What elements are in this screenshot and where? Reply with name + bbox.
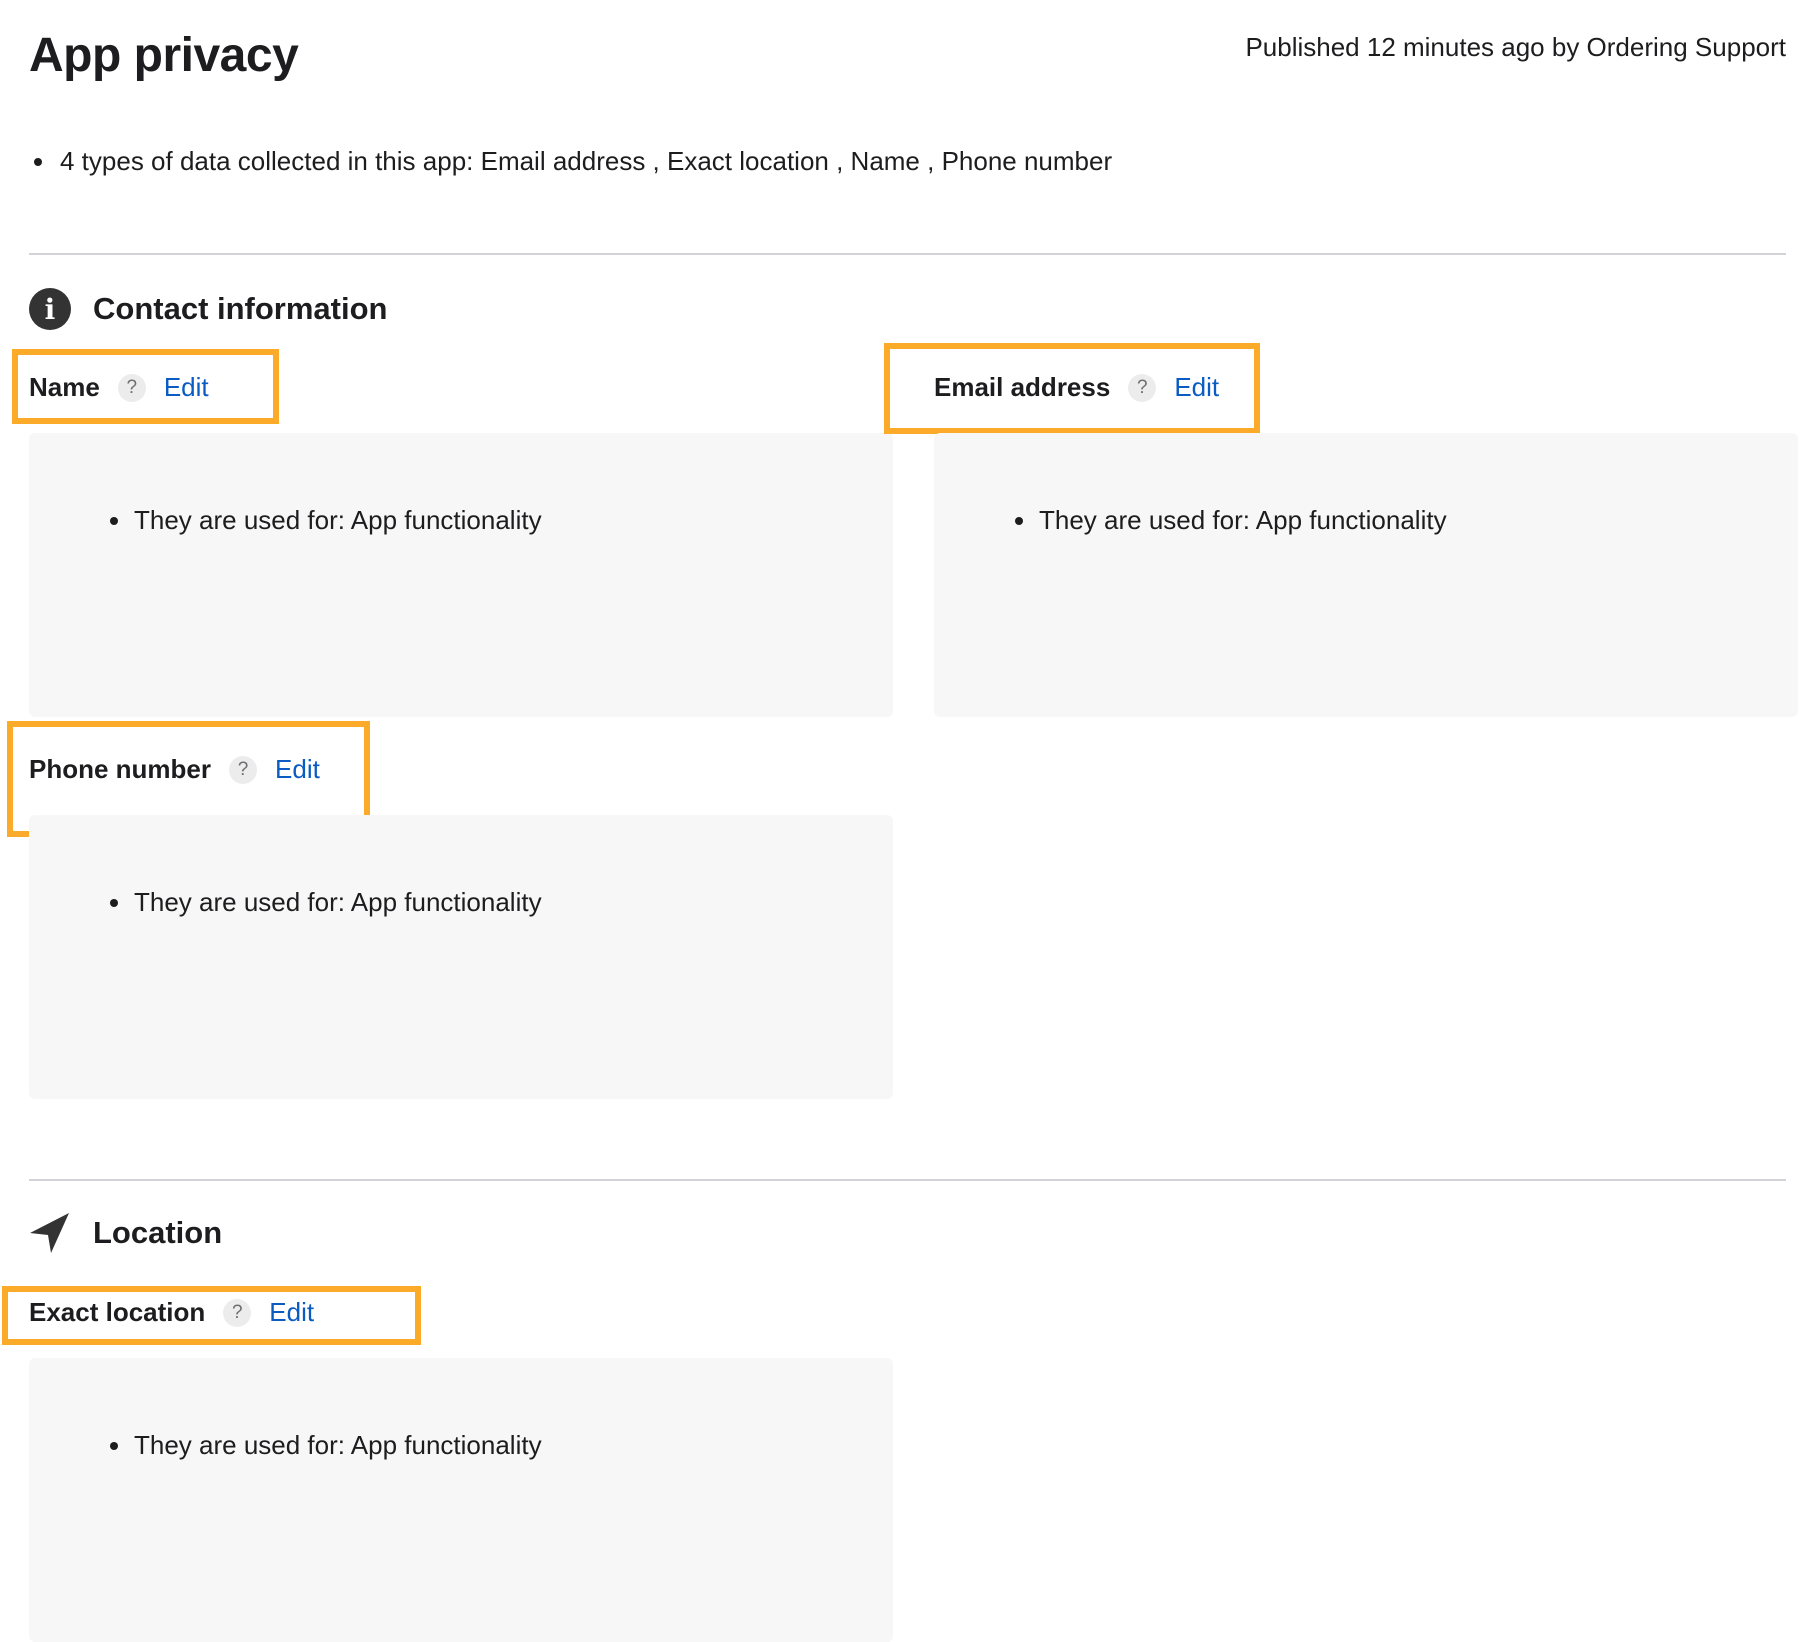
section-contact-title: Contact information bbox=[93, 291, 388, 326]
usage-text: They are used for: App functionality bbox=[134, 1430, 542, 1460]
item-email-label: Email address bbox=[934, 372, 1111, 402]
item-exact-location-header: Exact location ? Edit bbox=[29, 1297, 314, 1328]
item-phone-header: Phone number ? Edit bbox=[29, 754, 320, 785]
help-icon[interactable]: ? bbox=[117, 373, 146, 402]
usage-line: They are used for: App functionality bbox=[110, 505, 542, 536]
bullet bbox=[1015, 516, 1023, 525]
section-contact-header: i Contact information bbox=[29, 288, 388, 330]
data-summary: 4 types of data collected in this app: E… bbox=[34, 146, 1112, 177]
usage-text: They are used for: App functionality bbox=[134, 887, 542, 917]
page-title: App privacy bbox=[29, 29, 299, 82]
location-arrow-icon bbox=[30, 1213, 69, 1253]
usage-line: They are used for: App functionality bbox=[110, 887, 542, 918]
divider bbox=[29, 253, 1786, 255]
usage-text: They are used for: App functionality bbox=[1039, 505, 1447, 535]
item-name-header: Name ? Edit bbox=[29, 372, 209, 403]
help-icon[interactable]: ? bbox=[1128, 373, 1157, 402]
item-name-label: Name bbox=[29, 372, 100, 402]
bullet bbox=[110, 516, 118, 525]
item-email-header: Email address ? Edit bbox=[934, 372, 1219, 403]
usage-text: They are used for: App functionality bbox=[134, 505, 542, 535]
help-icon[interactable]: ? bbox=[229, 755, 258, 784]
usage-line: They are used for: App functionality bbox=[110, 1430, 542, 1461]
edit-email-link[interactable]: Edit bbox=[1174, 372, 1219, 403]
divider bbox=[29, 1179, 1786, 1181]
published-status: Published 12 minutes ago by Ordering Sup… bbox=[1245, 32, 1786, 62]
bullet bbox=[110, 898, 118, 907]
section-location-title: Location bbox=[93, 1215, 223, 1250]
bullet bbox=[34, 157, 42, 166]
card-exact-location: They are used for: App functionality bbox=[29, 1358, 893, 1642]
edit-phone-link[interactable]: Edit bbox=[275, 754, 320, 785]
section-location-header: Location bbox=[29, 1212, 222, 1254]
item-exact-location-label: Exact location bbox=[29, 1297, 206, 1327]
edit-exact-location-link[interactable]: Edit bbox=[269, 1297, 314, 1328]
item-phone-label: Phone number bbox=[29, 754, 212, 784]
edit-name-link[interactable]: Edit bbox=[164, 372, 209, 403]
data-summary-text: 4 types of data collected in this app: E… bbox=[60, 146, 1113, 176]
help-icon[interactable]: ? bbox=[223, 1298, 252, 1327]
card-email: They are used for: App functionality bbox=[934, 433, 1798, 717]
usage-line: They are used for: App functionality bbox=[1015, 505, 1447, 536]
card-name: They are used for: App functionality bbox=[29, 433, 893, 717]
info-icon: i bbox=[29, 288, 71, 330]
bullet bbox=[110, 1441, 118, 1450]
card-phone: They are used for: App functionality bbox=[29, 815, 893, 1099]
